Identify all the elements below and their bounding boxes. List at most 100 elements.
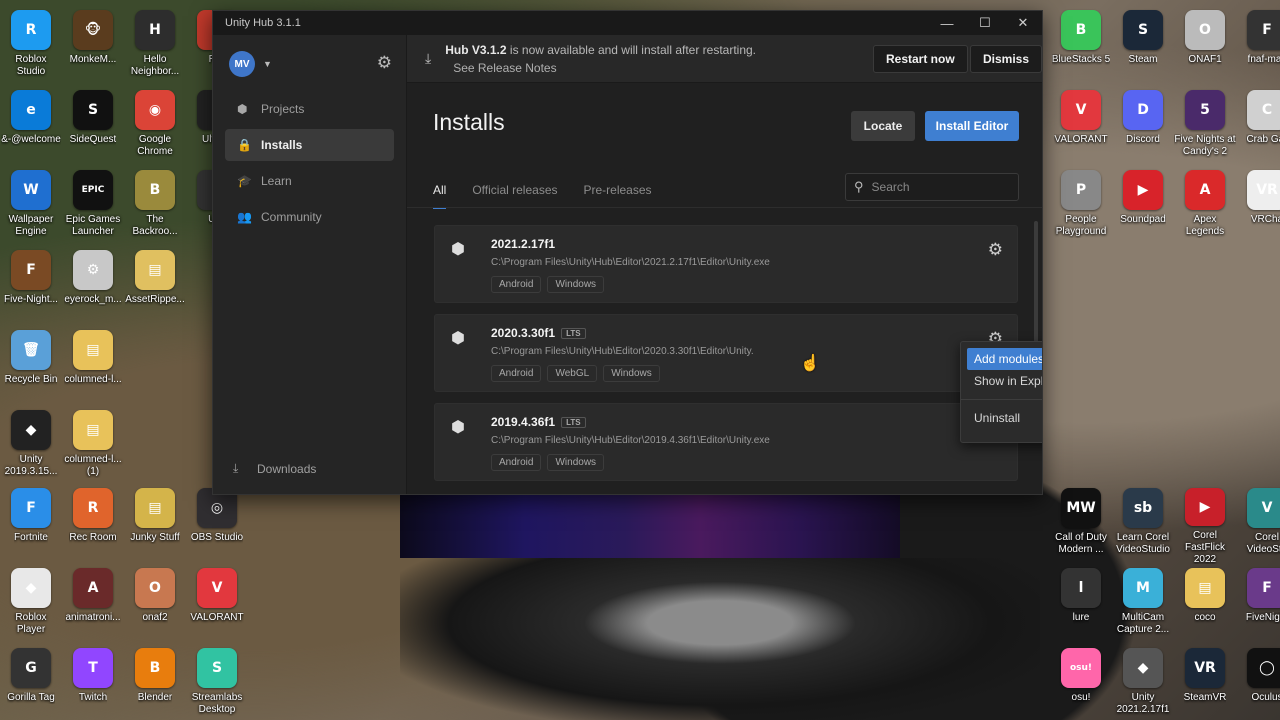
- desktop-icon[interactable]: l lure: [1050, 568, 1112, 644]
- app-icon: l: [1061, 568, 1101, 608]
- desktop-icon-label: fnaf-mak: [1247, 54, 1280, 65]
- desktop-icon[interactable]: B The Backroo...: [124, 170, 186, 246]
- app-icon: V: [1247, 488, 1280, 528]
- app-icon: ◆: [11, 568, 51, 608]
- tab-pre-releases[interactable]: Pre-releases: [584, 183, 652, 209]
- sidebar-item-learn[interactable]: 🎓 Learn: [225, 165, 394, 197]
- desktop-icon[interactable]: ▤ columned-l...: [62, 330, 124, 406]
- desktop-icon[interactable]: Aanimatroni...: [62, 568, 124, 644]
- menu-item-show-in-explorer[interactable]: Show in Explorer: [967, 370, 1042, 392]
- desktop-icon[interactable]: Oonaf2: [124, 568, 186, 644]
- install-tabs: All Official releases Pre-releases: [433, 183, 678, 209]
- sidebar-item-label: Learn: [261, 174, 292, 188]
- tab-all[interactable]: All: [433, 183, 447, 209]
- graduation-cap-icon: 🎓: [237, 174, 252, 188]
- menu-item-add-modules[interactable]: Add modules: [967, 348, 1042, 370]
- desktop-icon-label: Oculus: [1251, 692, 1280, 703]
- avatar[interactable]: MV: [229, 51, 255, 77]
- downloads-button[interactable]: ⤓ Downloads: [233, 461, 316, 476]
- desktop-icon[interactable]: ▶ Soundpad: [1112, 170, 1174, 246]
- desktop-icon[interactable]: S Streamlabs Desktop: [186, 648, 248, 720]
- desktop-icon[interactable]: ▤ coco: [1174, 568, 1236, 644]
- restart-now-button[interactable]: Restart now: [873, 45, 968, 73]
- desktop-icon[interactable]: MW Call of Duty Modern ...: [1050, 488, 1112, 564]
- app-icon: ◆: [11, 410, 51, 450]
- desktop-icon[interactable]: e &-@welcome: [0, 90, 62, 166]
- desktop-icon[interactable]: P People Playground: [1050, 170, 1112, 246]
- desktop-icon[interactable]: S Steam: [1112, 10, 1174, 86]
- app-icon: S: [197, 648, 237, 688]
- lock-icon: 🔒: [237, 138, 252, 152]
- tab-official-releases[interactable]: Official releases: [472, 183, 557, 209]
- release-notes-link[interactable]: See Release Notes: [453, 59, 756, 77]
- desktop-icon[interactable]: G Gorilla Tag: [0, 648, 62, 720]
- desktop-icon[interactable]: ⚙ eyerock_m...: [62, 250, 124, 326]
- desktop-icon[interactable]: 🐵 MonkeM...: [62, 10, 124, 86]
- desktop-icon[interactable]: sb Learn Corel VideoStudio: [1112, 488, 1174, 564]
- desktop-icon[interactable]: V VALORANT: [186, 568, 248, 644]
- desktop-icon[interactable]: R Rec Room: [62, 488, 124, 564]
- app-icon: B: [135, 170, 175, 210]
- title-bar[interactable]: Unity Hub 3.1.1 — ☐ ✕: [213, 11, 1042, 35]
- page-title: Installs: [433, 109, 505, 135]
- desktop-icon[interactable]: V VALORANT: [1050, 90, 1112, 166]
- desktop-icon[interactable]: F FiveNight: [1236, 568, 1280, 644]
- desktop-icon[interactable]: EPIC Epic Games Launcher: [62, 170, 124, 246]
- background-figure: [400, 558, 1040, 720]
- desktop-icon[interactable]: ◯ Oculus: [1236, 648, 1280, 720]
- sidebar-item-projects[interactable]: ⬢ Projects: [225, 93, 394, 125]
- dismiss-button[interactable]: Dismiss: [970, 45, 1042, 73]
- desktop-icon[interactable]: ▤ Junky Stuff: [124, 488, 186, 564]
- sidebar-nav: ⬢ Projects 🔒 Installs 🎓 Learn 👥 Community: [213, 93, 406, 233]
- desktop-icon[interactable]: ◆ Unity 2021.2.17f1: [1112, 648, 1174, 720]
- gear-icon[interactable]: ⚙: [377, 53, 392, 73]
- desktop-icon[interactable]: M MultiCam Capture 2...: [1112, 568, 1174, 644]
- desktop-icon-label: Learn Corel VideoStudio: [1116, 532, 1170, 555]
- desktop-icon[interactable]: ▶ Corel FastFlick 2022: [1174, 488, 1236, 564]
- desktop-icon-label: animatroni...: [65, 612, 121, 623]
- chevron-down-icon[interactable]: ▼: [263, 59, 272, 69]
- sidebar-item-community[interactable]: 👥 Community: [225, 201, 394, 233]
- install-editor-button[interactable]: Install Editor: [925, 111, 1019, 141]
- gear-icon[interactable]: ⚙: [988, 240, 1003, 260]
- search-input[interactable]: ⚲ Search: [845, 173, 1019, 201]
- pointer-cursor-icon: ☝: [800, 355, 820, 372]
- desktop-icon[interactable]: ◆ Roblox Player: [0, 568, 62, 644]
- desktop-icon[interactable]: F Five-Night...: [0, 250, 62, 326]
- desktop-icon[interactable]: B BlueStacks 5: [1050, 10, 1112, 86]
- desktop-icon[interactable]: VR VRCha: [1236, 170, 1280, 246]
- desktop-icon[interactable]: osu! osu!: [1050, 648, 1112, 720]
- desktop-icon[interactable]: VR SteamVR: [1174, 648, 1236, 720]
- desktop-icon[interactable]: Ffnaf-mak: [1236, 10, 1280, 86]
- locate-button[interactable]: Locate: [851, 111, 915, 141]
- maximize-button[interactable]: ☐: [966, 11, 1004, 35]
- download-icon: ⤓: [233, 461, 239, 475]
- app-icon: EPIC: [73, 170, 113, 210]
- desktop-icon[interactable]: A Apex Legends: [1174, 170, 1236, 246]
- desktop-icon[interactable]: 🗑 Recycle Bin: [0, 330, 62, 406]
- desktop-icon[interactable]: O ONAF1: [1174, 10, 1236, 86]
- desktop-icon[interactable]: S SideQuest: [62, 90, 124, 166]
- version-label: 2021.2.17f1: [491, 237, 556, 251]
- desktop-icon[interactable]: ◆ Unity 2019.3.15...: [0, 410, 62, 486]
- close-button[interactable]: ✕: [1004, 11, 1042, 35]
- desktop-icon[interactable]: R Roblox Studio: [0, 10, 62, 86]
- desktop-icon[interactable]: 5 Five Nights at Candy's 2: [1174, 90, 1236, 166]
- desktop-icon[interactable]: W Wallpaper Engine: [0, 170, 62, 246]
- menu-item-uninstall[interactable]: Uninstall: [967, 407, 1042, 429]
- desktop-icon[interactable]: ▤ AssetRippe...: [124, 250, 186, 326]
- desktop-icon[interactable]: ◎ OBS Studio: [186, 488, 248, 564]
- desktop-icon[interactable]: T Twitch: [62, 648, 124, 720]
- desktop-icon[interactable]: V Corel VideoStu: [1236, 488, 1280, 564]
- desktop-icon[interactable]: H Hello Neighbor...: [124, 10, 186, 86]
- desktop-icon[interactable]: C Crab Gar: [1236, 90, 1280, 166]
- desktop-icon[interactable]: F Fortnite: [0, 488, 62, 564]
- desktop-icon[interactable]: ▤ columned-l... (1): [62, 410, 124, 486]
- desktop-icon[interactable]: D Discord: [1112, 90, 1174, 166]
- divider: [407, 207, 1042, 208]
- editor-card: ⬢ 2020.3.30f1 LTS C:\Program Files\Unity\Hu…: [434, 314, 1018, 392]
- desktop-icon[interactable]: ◉ Google Chrome: [124, 90, 186, 166]
- desktop-icon[interactable]: B Blender: [124, 648, 186, 720]
- minimize-button[interactable]: —: [928, 11, 966, 35]
- sidebar-item-installs[interactable]: 🔒 Installs: [225, 129, 394, 161]
